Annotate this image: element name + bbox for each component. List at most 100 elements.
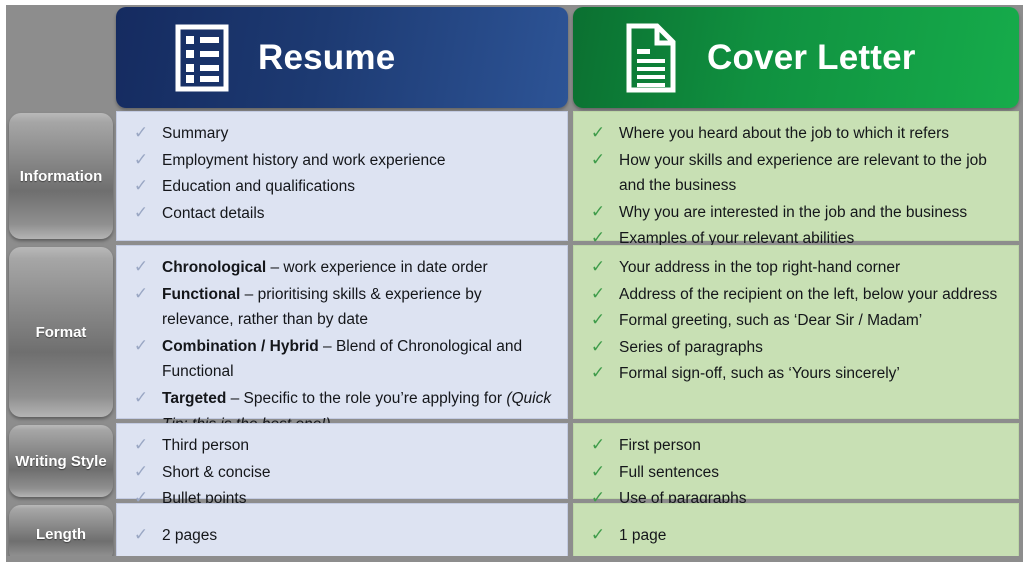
list-item-term: Chronological <box>162 259 267 276</box>
list-item: ✓ Full sentences <box>586 460 1008 486</box>
item-list: ✓ Your address in the top right-hand cor… <box>586 255 1008 387</box>
row-label-text: Format <box>35 323 87 341</box>
resume-list-icon <box>172 22 232 94</box>
list-item-text: First person <box>619 437 701 454</box>
list-item-text: Contact details <box>162 204 265 222</box>
list-item: ✓ 2 pages <box>129 523 557 549</box>
list-item-text: Employment history and work experience <box>162 151 446 169</box>
cell-resume-information: ✓ Summary ✓ Employment history and work … <box>116 111 568 241</box>
check-icon: ✓ <box>590 283 606 303</box>
row-label-format[interactable]: Format <box>9 247 113 417</box>
table-row: Writing Style ✓ Third person ✓ Short & c… <box>6 423 1023 507</box>
row-label-text: Length <box>36 525 86 543</box>
list-item: ✓ Contact details <box>129 201 557 227</box>
list-item: ✓ Third person <box>129 433 557 459</box>
list-item-text: Full sentences <box>619 463 719 481</box>
check-icon: ✓ <box>590 525 606 544</box>
list-item: ✓ How your skills and experience are rel… <box>586 148 1008 199</box>
item-list: ✓ First person ✓ Full sentences ✓ Use of… <box>586 433 1008 512</box>
list-item: ✓ Where you heard about the job to which… <box>586 121 1008 147</box>
check-icon: ✓ <box>133 461 149 481</box>
check-icon: ✓ <box>133 176 149 196</box>
check-icon: ✓ <box>590 257 606 276</box>
column-header-title: Resume <box>258 37 396 77</box>
check-icon: ✓ <box>133 257 149 276</box>
check-icon: ✓ <box>590 336 606 356</box>
cell-resume-format: ✓ Chronological – work experience in dat… <box>116 245 568 433</box>
check-icon: ✓ <box>590 310 606 330</box>
cell-cover-format: ✓ Your address in the top right-hand cor… <box>573 245 1019 419</box>
check-icon: ✓ <box>133 202 149 222</box>
check-icon: ✓ <box>590 435 606 454</box>
list-item-text: How your skills and experience are relev… <box>619 151 987 195</box>
list-item-text: Your address in the top right-hand corne… <box>619 259 901 276</box>
list-item-text: Why you are interested in the job and th… <box>619 203 968 221</box>
table-row: Information ✓ Summary ✓ Employment histo… <box>6 111 1023 247</box>
item-list: ✓ Third person ✓ Short & concise ✓ Bulle… <box>129 433 557 512</box>
row-label-text: Information <box>19 167 103 185</box>
cell-cover-writing-style: ✓ First person ✓ Full sentences ✓ Use of… <box>573 423 1019 507</box>
row-label-writing-style[interactable]: Writing Style <box>9 425 113 497</box>
item-list: ✓ 2 pages <box>129 523 557 549</box>
list-item: ✓ First person <box>586 433 1008 459</box>
list-item-term: Combination / Hybrid <box>162 337 319 355</box>
table-row: Format ✓ Chronological – work experience… <box>6 245 1023 433</box>
list-item: ✓ Your address in the top right-hand cor… <box>586 255 1008 281</box>
list-item: ✓ Education and qualifications <box>129 174 557 200</box>
comparison-table: Resume Cover Letter Information ✓ Summar… <box>0 0 1029 571</box>
check-icon: ✓ <box>590 201 606 221</box>
list-item-text: Summary <box>162 125 229 142</box>
list-item-text: – work experience in date order <box>266 259 488 276</box>
list-item-term: Functional <box>162 285 241 303</box>
column-header-resume[interactable]: Resume <box>116 7 568 108</box>
bottom-frame-band <box>6 556 1023 562</box>
table-header-row: Resume Cover Letter <box>6 5 1023 111</box>
table-body: Information ✓ Summary ✓ Employment histo… <box>6 111 1023 562</box>
check-icon: ✓ <box>133 335 149 355</box>
list-item: ✓ Formal greeting, such as ‘Dear Sir / M… <box>586 308 1008 334</box>
check-icon: ✓ <box>133 525 149 544</box>
row-label-length[interactable]: Length <box>9 505 113 562</box>
check-icon: ✓ <box>590 149 606 169</box>
cell-cover-information: ✓ Where you heard about the job to which… <box>573 111 1019 247</box>
list-item: ✓ Chronological – work experience in dat… <box>129 255 557 281</box>
list-item: ✓ Why you are interested in the job and … <box>586 200 1008 226</box>
check-icon: ✓ <box>133 283 149 303</box>
check-icon: ✓ <box>133 149 149 169</box>
list-item-text: 2 pages <box>162 527 218 544</box>
check-icon: ✓ <box>133 123 149 142</box>
list-item: ✓ Summary <box>129 121 557 147</box>
list-item-text: 1 page <box>619 527 667 544</box>
list-item: ✓ Combination / Hybrid – Blend of Chrono… <box>129 334 557 385</box>
column-header-cover-letter[interactable]: Cover Letter <box>573 7 1019 108</box>
item-list: ✓ Chronological – work experience in dat… <box>129 255 557 437</box>
list-item-text: Where you heard about the job to which i… <box>619 125 949 142</box>
list-item-text: – Specific to the role you’re applying f… <box>226 389 507 407</box>
row-label-information[interactable]: Information <box>9 113 113 239</box>
list-item: ✓ Short & concise <box>129 460 557 486</box>
column-header-title: Cover Letter <box>707 37 916 77</box>
list-item: ✓ Address of the recipient on the left, … <box>586 282 1008 308</box>
item-list: ✓ Summary ✓ Employment history and work … <box>129 121 557 226</box>
table-inner: Resume Cover Letter Information ✓ Summar… <box>6 5 1023 562</box>
list-item-text: Third person <box>162 437 250 454</box>
list-item-text: Short & concise <box>162 463 271 481</box>
list-item-text: Formal greeting, such as ‘Dear Sir / Mad… <box>619 312 923 330</box>
list-item-term: Targeted <box>162 389 227 407</box>
list-item-text: Formal sign-off, such as ‘Yours sincerel… <box>619 365 900 383</box>
list-item-text: Education and qualifications <box>162 178 356 196</box>
header-corner-blank <box>6 5 113 111</box>
list-item: ✓ Employment history and work experience <box>129 148 557 174</box>
list-item-text: Series of paragraphs <box>619 338 763 356</box>
check-icon: ✓ <box>590 363 606 383</box>
item-list: ✓ 1 page <box>586 523 1008 549</box>
cell-resume-writing-style: ✓ Third person ✓ Short & concise ✓ Bulle… <box>116 423 568 507</box>
row-label-text: Writing Style <box>15 452 107 470</box>
list-item-text: Address of the recipient on the left, be… <box>619 285 998 303</box>
list-item: ✓ Series of paragraphs <box>586 335 1008 361</box>
check-icon: ✓ <box>133 387 149 407</box>
check-icon: ✓ <box>590 461 606 481</box>
check-icon: ✓ <box>590 123 606 142</box>
item-list: ✓ Where you heard about the job to which… <box>586 121 1008 252</box>
list-item: ✓ Functional – prioritising skills & exp… <box>129 282 557 333</box>
